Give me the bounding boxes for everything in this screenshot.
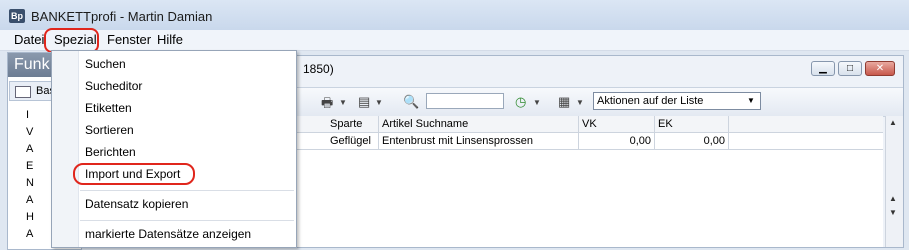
menu-fenster[interactable]: Fenster: [104, 32, 154, 47]
function-item[interactable]: A: [26, 141, 46, 157]
function-item[interactable]: E: [26, 158, 46, 174]
column-header-ek[interactable]: EK: [655, 116, 729, 132]
cell-vk: 0,00: [579, 133, 655, 149]
cell-suchname: Entenbrust mit Linsensprossen: [379, 133, 579, 149]
function-item[interactable]: H: [26, 209, 46, 225]
menu-hilfe[interactable]: Hilfe: [154, 32, 186, 47]
column-header-suchname[interactable]: Artikel Suchname: [379, 116, 579, 132]
print-icon[interactable]: 🖶: [321, 94, 333, 116]
export-list-icon[interactable]: ▦: [558, 94, 570, 110]
menu-item-sortieren[interactable]: Sortieren: [85, 123, 134, 137]
column-header-sparte[interactable]: Sparte: [327, 116, 379, 132]
close-icon[interactable]: ✕: [865, 61, 895, 76]
window-icon: [15, 86, 31, 98]
menu-item-suchen[interactable]: Suchen: [85, 57, 126, 71]
actions-combo-value: Aktionen auf der Liste: [597, 95, 704, 107]
history-icon[interactable]: ◷: [515, 94, 526, 110]
window-titlebar: Bp BANKETTprofi - Martin Damian: [0, 0, 909, 31]
window-controls: ▁ □ ✕: [808, 60, 895, 76]
history-dropdown-icon[interactable]: ▼: [533, 98, 541, 107]
search-input[interactable]: [426, 93, 504, 109]
vertical-scrollbar[interactable]: ▲ ▲ ▼: [885, 116, 903, 247]
columns-icon[interactable]: ▤: [358, 94, 370, 110]
scroll-up-icon[interactable]: ▲: [889, 118, 897, 127]
minimize-icon[interactable]: ▁: [811, 61, 835, 76]
menu-bar: Datei Spezial Fenster Hilfe: [0, 30, 909, 51]
list-window: 1850) ▁ □ ✕ 🖶 ▼ ▤ ▼ 🔍 ◷ ▼ ▦ ▼ Aktionen auf…: [282, 55, 904, 248]
actions-combo[interactable]: Aktionen auf der Liste ▼: [593, 92, 761, 110]
scroll-thumb-icon[interactable]: ▲: [889, 194, 897, 203]
menu-item-markierte-anzeigen[interactable]: markierte Datensätze anzeigen: [85, 227, 251, 241]
search-icon[interactable]: 🔍: [403, 94, 419, 110]
import-export-highlight-annotation: [73, 163, 195, 185]
function-list: I V A E N A H A: [26, 107, 46, 243]
window-title: BANKETTprofi - Martin Damian: [31, 9, 213, 24]
function-item[interactable]: A: [26, 192, 46, 208]
menu-datei[interactable]: Datei: [11, 32, 47, 47]
grid-header: Sparte Artikel Suchname VK EK: [283, 116, 883, 133]
scroll-down-icon[interactable]: ▼: [889, 208, 897, 217]
table-row[interactable]: Geflügel Entenbrust mit Linsensprossen 0…: [283, 133, 883, 150]
menu-icon-gutter: [52, 51, 79, 247]
article-grid: Sparte Artikel Suchname VK EK Geflügel E…: [283, 116, 883, 247]
function-item[interactable]: I: [26, 107, 46, 123]
column-header-vk[interactable]: VK: [579, 116, 655, 132]
app-icon: Bp: [9, 9, 25, 23]
menu-separator: [80, 220, 294, 221]
menu-item-etiketten[interactable]: Etiketten: [85, 101, 132, 115]
cell-sparte: Geflügel: [327, 133, 379, 149]
menu-item-sucheditor[interactable]: Sucheditor: [85, 79, 142, 93]
menu-item-berichten[interactable]: Berichten: [85, 145, 136, 159]
spezial-dropdown-menu: Suchen Sucheditor Etiketten Sortieren Be…: [51, 50, 297, 248]
menu-separator: [80, 190, 294, 191]
list-toolbar: 🖶 ▼ ▤ ▼ 🔍 ◷ ▼ ▦ ▼ Aktionen auf der Liste…: [283, 87, 903, 117]
list-window-title: 1850): [303, 62, 334, 76]
menu-item-datensatz-kopieren[interactable]: Datensatz kopieren: [85, 197, 188, 211]
chevron-down-icon[interactable]: ▼: [744, 94, 758, 108]
export-dropdown-icon[interactable]: ▼: [576, 98, 584, 107]
print-dropdown-icon[interactable]: ▼: [339, 98, 347, 107]
columns-dropdown-icon[interactable]: ▼: [375, 98, 383, 107]
function-item[interactable]: V: [26, 124, 46, 140]
restore-icon[interactable]: □: [838, 61, 862, 76]
function-item[interactable]: A: [26, 226, 46, 242]
cell-ek: 0,00: [655, 133, 729, 149]
function-item[interactable]: N: [26, 175, 46, 191]
